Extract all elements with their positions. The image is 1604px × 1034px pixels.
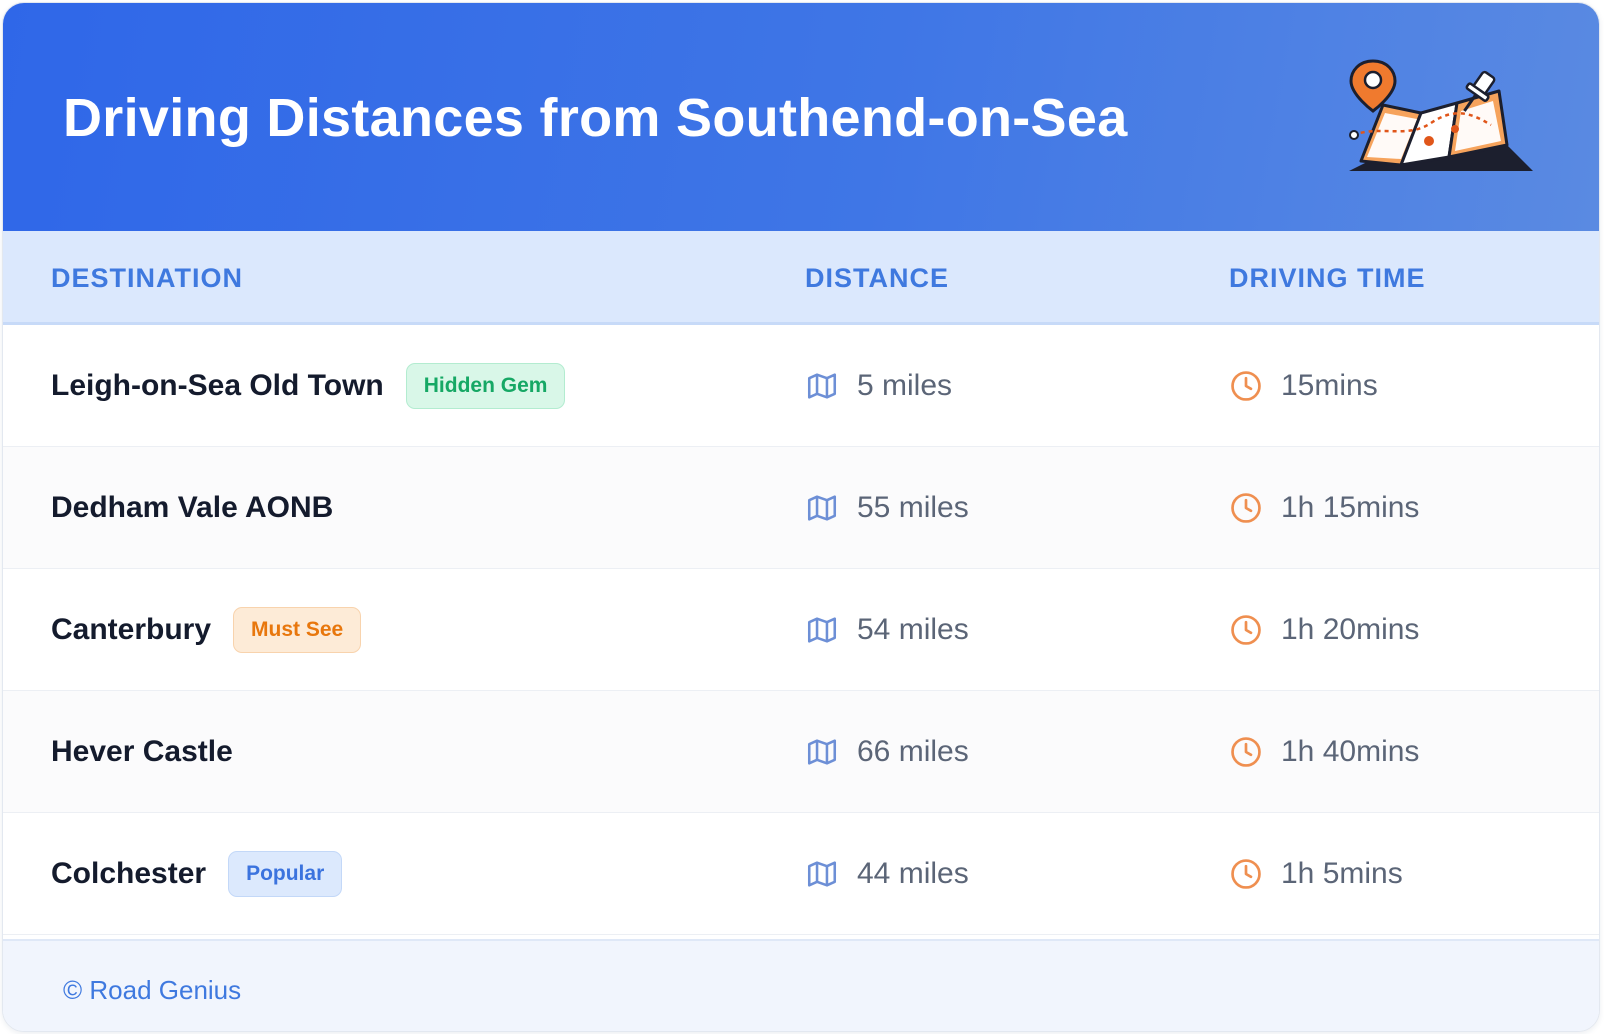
distance-card: Driving Distances from Southend-on-Sea D…: [2, 2, 1600, 1032]
destination-name: Dedham Vale AONB: [51, 490, 334, 524]
table-header: DESTINATION DISTANCE DRIVING TIME: [3, 231, 1599, 325]
folded-map-with-pin-icon: [1349, 59, 1533, 171]
distance-cell: 44 miles: [805, 813, 969, 934]
destination-name: Hever Castle: [51, 734, 233, 768]
distance-cell: 5 miles: [805, 325, 952, 446]
map-icon: [807, 860, 837, 887]
clock-icon: [1231, 858, 1261, 889]
destination-cell: Hever Castle: [51, 691, 233, 812]
column-header-driving-time[interactable]: DRIVING TIME: [1229, 263, 1426, 294]
destination-name: Leigh-on-Sea Old Town: [51, 368, 384, 402]
destination-cell: Dedham Vale AONB: [51, 447, 333, 568]
destination-name: Canterbury: [51, 612, 212, 646]
destination-badge: Popular: [228, 850, 343, 897]
clock-icon: [1231, 370, 1261, 401]
driving-time-cell: 1h 5mins: [1229, 813, 1403, 934]
distance-value: 5 miles: [857, 368, 953, 402]
clock-icon: [1231, 614, 1261, 645]
driving-time-value: 1h 20mins: [1281, 612, 1420, 646]
column-header-distance[interactable]: DISTANCE: [805, 263, 949, 294]
card-header: Driving Distances from Southend-on-Sea: [3, 3, 1599, 231]
destination-cell: Canterbury Must See: [51, 569, 362, 690]
table-row[interactable]: Canterbury Must See 54 miles 1h 20mins: [3, 569, 1599, 691]
distance-value: 55 miles: [857, 490, 969, 524]
distance-cell: 66 miles: [805, 691, 969, 812]
driving-time-value: 1h 40mins: [1281, 734, 1420, 768]
destination-cell: Colchester Popular: [51, 813, 343, 934]
distance-cell: 55 miles: [805, 447, 969, 568]
driving-time-cell: 1h 40mins: [1229, 691, 1419, 812]
clock-icon: [1231, 492, 1261, 523]
distance-value: 44 miles: [857, 856, 969, 890]
table-row[interactable]: Leigh-on-Sea Old Town Hidden Gem 5 miles…: [3, 325, 1599, 447]
destination-name: Colchester: [51, 856, 207, 890]
driving-time-value: 1h 5mins: [1281, 856, 1403, 890]
driving-time-value: 1h 15mins: [1281, 490, 1420, 524]
driving-time-cell: 1h 20mins: [1229, 569, 1419, 690]
map-icon: [807, 738, 837, 765]
distance-value: 66 miles: [857, 734, 969, 768]
clock-icon: [1231, 736, 1261, 767]
destination-badge: Must See: [233, 606, 362, 653]
map-icon: [807, 494, 837, 521]
page-title: Driving Distances from Southend-on-Sea: [63, 88, 1128, 148]
table-body: Leigh-on-Sea Old Town Hidden Gem 5 miles…: [3, 325, 1599, 935]
table-row[interactable]: Colchester Popular 44 miles 1h 5mins: [3, 813, 1599, 935]
column-header-destination[interactable]: DESTINATION: [51, 263, 243, 294]
distance-value: 54 miles: [857, 612, 969, 646]
driving-time-cell: 15mins: [1229, 325, 1378, 446]
card-footer: © Road Genius: [3, 939, 1599, 1031]
destination-cell: Leigh-on-Sea Old Town Hidden Gem: [51, 325, 566, 446]
map-icon: [807, 616, 837, 643]
distance-cell: 54 miles: [805, 569, 969, 690]
map-icon: [807, 372, 837, 399]
driving-time-cell: 1h 15mins: [1229, 447, 1419, 568]
destination-badge: Hidden Gem: [405, 362, 566, 409]
table-row[interactable]: Hever Castle 66 miles 1h 40mins: [3, 691, 1599, 813]
table-row[interactable]: Dedham Vale AONB 55 miles 1h 15mins: [3, 447, 1599, 569]
copyright-text[interactable]: © Road Genius: [63, 975, 241, 1006]
driving-time-value: 15mins: [1281, 368, 1378, 402]
